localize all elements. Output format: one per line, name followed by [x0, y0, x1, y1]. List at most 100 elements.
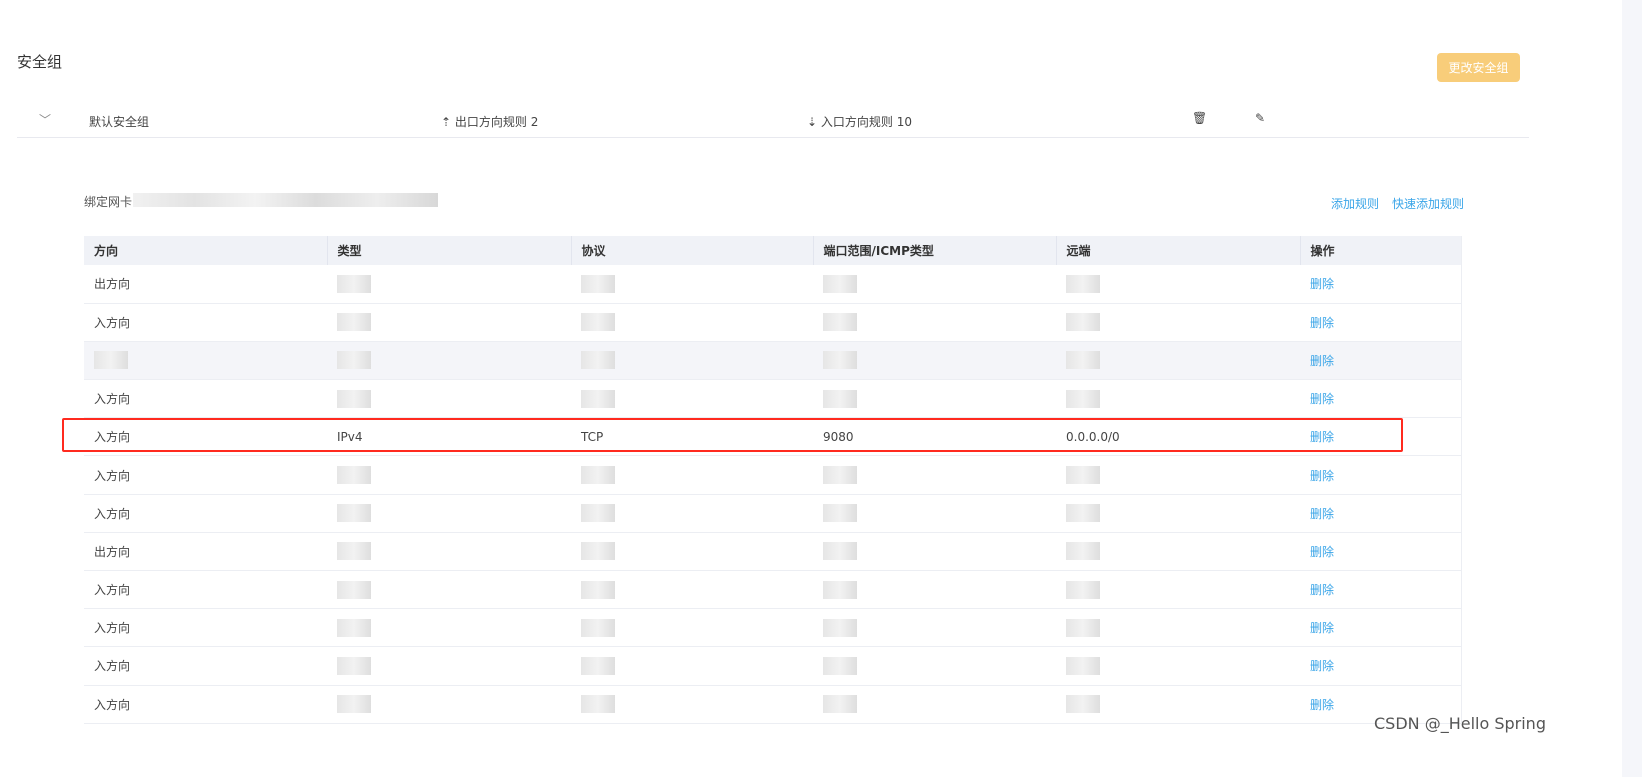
cell-remote: [1056, 646, 1300, 686]
delete-link[interactable]: 删除: [1310, 430, 1334, 444]
table-row: 入方向 删除: [84, 685, 1461, 724]
cell-remote: [1056, 532, 1300, 572]
type-value: IPv4: [337, 429, 363, 444]
direction-value: 入方向: [94, 697, 131, 712]
table-border: [1461, 236, 1462, 723]
cell-port: [813, 303, 1056, 342]
cell-action: 删除: [1300, 341, 1461, 381]
delete-link[interactable]: 删除: [1310, 469, 1334, 483]
cell-port: [813, 494, 1056, 533]
blurred-value: [581, 618, 615, 637]
cell-remote: [1056, 455, 1300, 495]
delete-link[interactable]: 删除: [1310, 316, 1334, 330]
direction-value: 入方向: [94, 430, 131, 445]
column-header: 操作: [1300, 236, 1461, 265]
delete-link[interactable]: 删除: [1310, 583, 1334, 597]
blurred-value: [823, 580, 857, 599]
table-row: 入方向 删除: [84, 379, 1461, 419]
add-rule-link[interactable]: 添加规则: [1331, 195, 1379, 212]
cell-remote: [1056, 265, 1300, 304]
nic-label: 绑定网卡: [84, 195, 133, 209]
delete-link[interactable]: 删除: [1310, 277, 1334, 291]
blurred-value: [823, 618, 857, 637]
delete-link[interactable]: 删除: [1310, 545, 1334, 559]
cell-protocol: TCP: [571, 417, 813, 457]
delete-link[interactable]: 删除: [1310, 659, 1334, 673]
rules-table: 方向 类型 协议 端口范围/ICMP类型 远端 操作 出方向 删除 入方向 删除 删除 入方向 删除入…: [84, 236, 1461, 724]
delete-link[interactable]: 删除: [1310, 392, 1334, 406]
blurred-value: [581, 274, 615, 293]
table-row: 出方向 删除: [84, 265, 1461, 304]
blurred-value: [581, 504, 615, 523]
blurred-value: [823, 313, 857, 332]
cell-direction: 入方向: [84, 417, 327, 457]
inbound-label: 入口方向规则 10: [820, 115, 912, 129]
cell-port: [813, 570, 1056, 610]
outbound-label: 出口方向规则 2: [454, 115, 539, 129]
cell-direction: 入方向: [84, 608, 327, 648]
direction-value: 出方向: [94, 544, 131, 559]
security-group-row[interactable]: ﹀ 默认安全组 ⇡ 出口方向规则 2 ⇣ 入口方向规则 10 🗑 ✎: [17, 102, 1529, 138]
cell-port: [813, 379, 1056, 419]
direction-value: 入方向: [94, 621, 131, 636]
cell-protocol: [571, 532, 813, 572]
table-row: 入方向 删除: [84, 608, 1461, 648]
column-header: 方向: [84, 236, 328, 265]
blurred-value: [823, 351, 857, 370]
cell-action: 删除: [1300, 494, 1461, 533]
cell-action: 删除: [1300, 379, 1461, 419]
blurred-value: [823, 542, 857, 561]
cell-type: IPv4: [327, 417, 571, 457]
delete-link[interactable]: 删除: [1310, 621, 1334, 635]
cell-remote: 0.0.0.0/0: [1056, 417, 1300, 457]
cell-port: [813, 532, 1056, 572]
cell-type: [327, 532, 571, 572]
table-row: 出方向 删除: [84, 532, 1461, 572]
blurred-value: [823, 656, 857, 675]
cell-remote: [1056, 303, 1300, 342]
cell-direction: 入方向: [84, 303, 327, 342]
cell-action: 删除: [1300, 570, 1461, 610]
blurred-value: [581, 313, 615, 332]
trash-icon[interactable]: 🗑: [1192, 111, 1207, 125]
cell-remote: [1056, 570, 1300, 610]
outbound-rules: ⇡ 出口方向规则 2: [441, 113, 538, 130]
table-row: 入方向 删除: [84, 646, 1461, 686]
cell-direction: 入方向: [84, 570, 327, 610]
cell-direction: 入方向: [84, 494, 327, 533]
cell-action: 删除: [1300, 417, 1461, 457]
cell-type: [327, 455, 571, 495]
table-row: 入方向 IPv4 TCP 9080 0.0.0.0/0 删除: [84, 417, 1461, 457]
pencil-icon[interactable]: ✎: [1255, 111, 1265, 125]
delete-link[interactable]: 删除: [1310, 507, 1334, 521]
change-security-group-button[interactable]: 更改安全组: [1437, 53, 1520, 82]
cell-type: [327, 379, 571, 419]
cell-protocol: [571, 303, 813, 342]
blurred-value: [581, 656, 615, 675]
blurred-value: [581, 389, 615, 408]
cell-type: [327, 685, 571, 724]
chevron-down-icon[interactable]: ﹀: [39, 111, 51, 128]
delete-link[interactable]: 删除: [1310, 698, 1334, 712]
cell-protocol: [571, 685, 813, 724]
group-name: 默认安全组: [89, 115, 150, 129]
blurred-value: [337, 389, 371, 408]
quick-add-rule-link[interactable]: 快速添加规则: [1392, 195, 1464, 212]
column-header: 协议: [571, 236, 814, 265]
protocol-value: TCP: [581, 429, 604, 444]
cell-protocol: [571, 379, 813, 419]
cell-remote: [1056, 685, 1300, 724]
blurred-value: [1066, 618, 1100, 637]
cell-action: 删除: [1300, 646, 1461, 686]
table-row: 入方向 删除: [84, 303, 1461, 342]
cell-protocol: [571, 570, 813, 610]
cell-remote: [1056, 341, 1300, 381]
watermark: CSDN @_Hello Spring: [1374, 714, 1546, 733]
cell-action: 删除: [1300, 608, 1461, 648]
cell-type: [327, 646, 571, 686]
delete-link[interactable]: 删除: [1310, 354, 1334, 368]
cell-action: 删除: [1300, 455, 1461, 495]
blurred-value: [581, 542, 615, 561]
direction-value: 出方向: [94, 277, 131, 292]
blurred-value: [337, 274, 371, 293]
